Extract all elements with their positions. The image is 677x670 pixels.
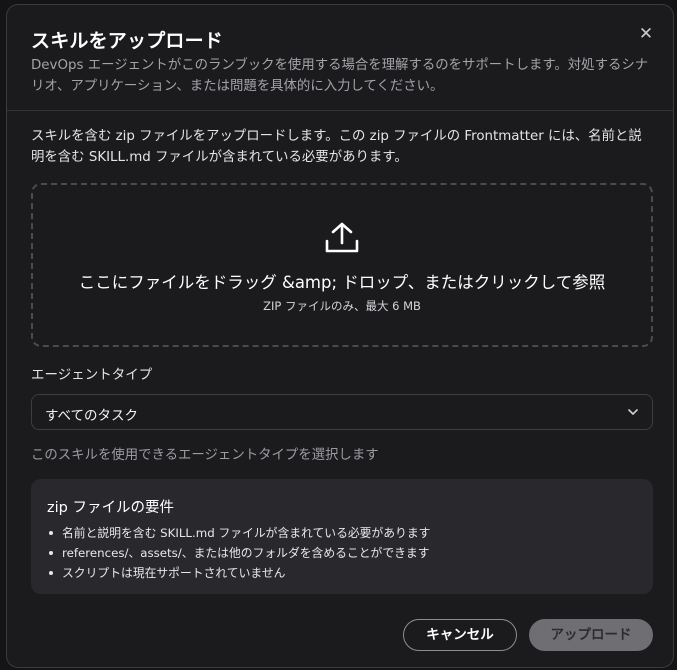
agent-type-select[interactable]: すべてのタスク bbox=[31, 394, 653, 430]
chevron-down-icon bbox=[628, 409, 638, 415]
zip-requirements-box: zip ファイルの要件 名前と説明を含む SKILL.md ファイルが含まれてい… bbox=[31, 479, 653, 594]
file-dropzone[interactable]: ここにファイルをドラッグ &amp; ドロップ、またはクリックして参照 ZIP … bbox=[31, 183, 653, 347]
list-item: references/、assets/、または他のフォルダを含めることができます bbox=[47, 543, 430, 563]
list-item: スクリプトは現在サポートされていません bbox=[47, 563, 430, 583]
dialog-header: スキルをアップロード DevOps エージェントがこのランブックを使用する場合を… bbox=[7, 5, 673, 111]
intro-text: スキルを含む zip ファイルをアップロードします。この zip ファイルの F… bbox=[31, 129, 642, 165]
close-icon[interactable]: ✕ bbox=[637, 25, 655, 43]
agent-type-selected-value: すべてのタスク bbox=[45, 408, 139, 424]
dropzone-main-text: ここにファイルをドラッグ &amp; ドロップ、またはクリックして参照 bbox=[78, 273, 606, 292]
upload-skill-dialog: スキルをアップロード DevOps エージェントがこのランブックを使用する場合を… bbox=[6, 4, 674, 668]
dialog-title: スキルをアップロード bbox=[31, 30, 224, 52]
cancel-button[interactable]: キャンセル bbox=[403, 619, 517, 651]
dropzone-sub-text: ZIP ファイルのみ、最大 6 MB bbox=[263, 299, 421, 313]
list-item: 名前と説明を含む SKILL.md ファイルが含まれている必要があります bbox=[47, 523, 430, 543]
requirements-list: 名前と説明を含む SKILL.md ファイルが含まれている必要があります ref… bbox=[47, 523, 430, 583]
upload-icon bbox=[325, 222, 359, 253]
requirements-title: zip ファイルの要件 bbox=[47, 500, 174, 516]
agent-type-label: エージェントタイプ bbox=[31, 367, 153, 383]
upload-button[interactable]: アップロード bbox=[529, 619, 653, 651]
agent-type-helper-text: このスキルを使用できるエージェントタイプを選択します bbox=[31, 448, 379, 463]
dialog-subtitle: DevOps エージェントがこのランブックを使用する場合を理解するのをサポートし… bbox=[31, 58, 649, 94]
